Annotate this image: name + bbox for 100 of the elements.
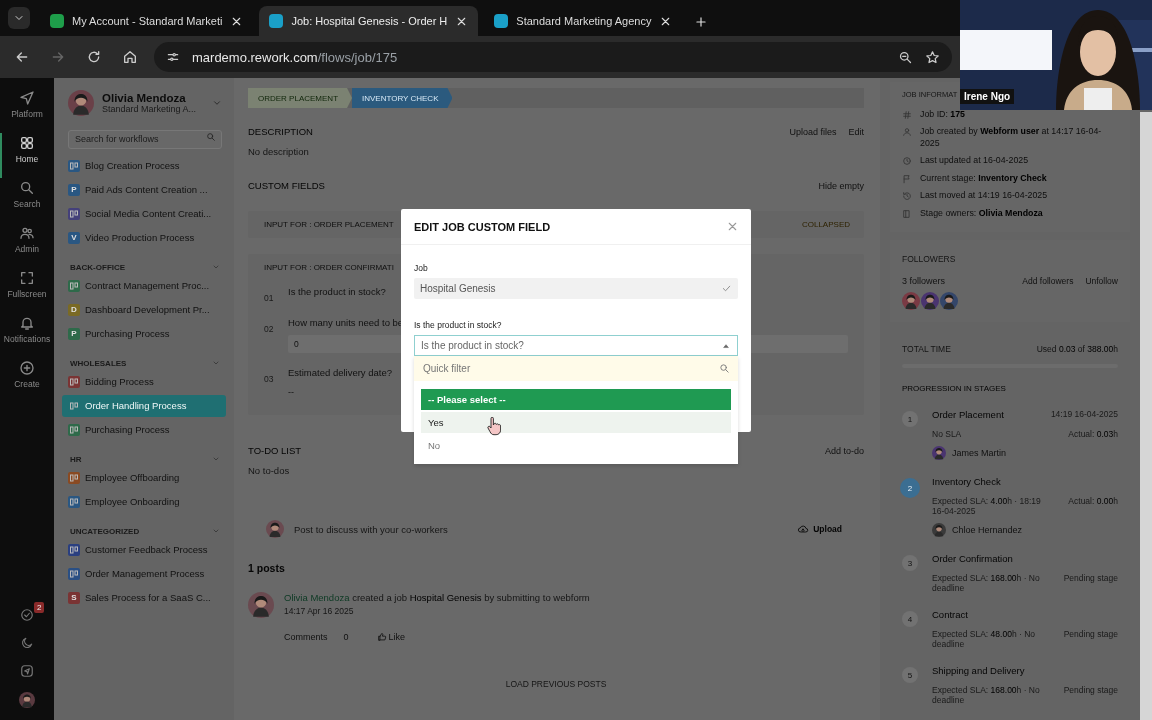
plus-circle-icon (19, 360, 35, 376)
send-icon[interactable] (20, 664, 34, 678)
row-number: 02 (264, 324, 275, 336)
tab-list-button[interactable] (8, 7, 30, 29)
section-title: CUSTOM FIELDS (248, 180, 325, 191)
close-button[interactable] (726, 220, 739, 233)
filter-field[interactable]: Quick filter (414, 356, 738, 381)
info-text: Current stage: Inventory Check (920, 172, 1047, 185)
avatar-icon (932, 446, 946, 460)
grid-icon (19, 135, 35, 151)
check-circle-icon[interactable] (20, 608, 34, 622)
action-link[interactable]: Add to-do (824, 445, 864, 456)
search-field[interactable]: Search for workflows (68, 129, 222, 149)
nav-rail-item[interactable]: Search (0, 178, 54, 223)
new-tab-button[interactable] (694, 15, 709, 29)
sidebar-item[interactable]: Blog Creation Process (62, 154, 226, 177)
info-text: Last moved at 14:19 16-04-2025 (920, 190, 1048, 202)
card-title: TOTAL TIME (902, 344, 951, 354)
home-icon (122, 49, 138, 65)
step-number: 4 (902, 611, 918, 627)
nav-rail-item[interactable]: Notifications (0, 313, 54, 358)
load-more-link[interactable]: LOAD PREVIOUS POSTS (499, 678, 613, 690)
star-icon[interactable] (925, 49, 940, 65)
dropdown-option[interactable]: No (421, 435, 731, 456)
author-link[interactable]: Olivia Mendoza (284, 592, 350, 603)
sidebar-item[interactable]: V Video Production Process (62, 226, 226, 249)
stage-status: Pending stage (1063, 629, 1118, 641)
sidebar-item[interactable]: Bidding Process (62, 370, 226, 393)
actual-time: Actual: 0.03h (1068, 429, 1118, 439)
browser-tab[interactable]: Job: Hospital Genesis - Order H (259, 6, 479, 36)
job-field[interactable]: Hospital Genesis (414, 278, 738, 299)
action-link[interactable]: Hide empty (818, 180, 864, 191)
sidebar-item[interactable]: Order Management Process (62, 562, 226, 585)
participant-name: Irene Ngo (960, 89, 1015, 104)
people-icon (19, 225, 35, 241)
sidebar-item[interactable]: Customer Feedback Process (62, 538, 226, 561)
upload-button[interactable]: Upload (791, 522, 848, 536)
stage-step[interactable]: ORDER PLACEMENT (248, 88, 352, 108)
nav-rail-item[interactable]: Create (0, 358, 54, 403)
nav-rail-item[interactable]: Fullscreen (0, 268, 54, 313)
hash-icon (902, 110, 912, 120)
sidebar-item[interactable]: Contract Management Proc... (62, 274, 226, 297)
avatar-icon (19, 692, 35, 708)
sidebar-item[interactable]: P Paid Ads Content Creation ... (62, 178, 226, 201)
sidebar-item[interactable]: Purchasing Process (62, 418, 226, 441)
action-link[interactable]: Add followers (1022, 276, 1074, 286)
close-icon (726, 220, 739, 233)
nav-rail-item[interactable]: Admin (0, 223, 54, 268)
dropdown-option[interactable]: -- Please select -- (421, 389, 731, 410)
sidebar-item[interactable]: Employee Offboarding (62, 466, 226, 489)
nav-rail-item[interactable]: Platform (0, 88, 54, 133)
nav-rail-item[interactable]: Home (0, 133, 54, 178)
search-icon (206, 132, 216, 142)
post-text: Olivia Mendoza created a job Hospital Genesis by submitting to webform (284, 592, 590, 603)
check-icon (721, 283, 732, 294)
empty-text: No description (248, 146, 309, 157)
moon-icon[interactable] (20, 636, 34, 650)
site-settings-icon[interactable] (166, 50, 180, 64)
group-title: BACK-OFFICE (70, 262, 126, 272)
cloud-upload-icon (797, 523, 810, 535)
letter-icon: D (68, 303, 80, 316)
empty-text: No to-dos (248, 465, 290, 476)
like-button[interactable]: Like (376, 632, 406, 642)
step-number: 5 (902, 667, 918, 683)
action-link[interactable]: Upload files (789, 126, 837, 137)
sidebar-item[interactable]: D Dashboard Development Pr... (62, 298, 226, 321)
section-title: DESCRIPTION (248, 126, 313, 137)
stage-name: Contract (932, 609, 968, 620)
sidebar-item[interactable]: Employee Onboarding (62, 490, 226, 513)
action-link[interactable]: Edit (848, 126, 864, 137)
info-text: Job created by Webform user at 14:17 16-04-2025 (920, 126, 1103, 150)
letter-icon: V (68, 231, 80, 244)
hand-cursor-icon (487, 417, 501, 436)
plus-icon (694, 15, 709, 29)
actual-time: Actual: 0.00h (1068, 496, 1118, 508)
forward-icon (50, 49, 66, 65)
sidebar-item[interactable]: P Purchasing Process (62, 322, 226, 345)
zoom-icon[interactable] (898, 49, 913, 65)
sidebar-item[interactable]: S Sales Process for a SaaS C... (62, 586, 226, 609)
action-link[interactable]: Unfollow (1085, 276, 1118, 286)
dropdown-option[interactable]: Yes (421, 412, 731, 433)
address-bar[interactable]: mardemo.rework.com/flows/job/175 (154, 42, 952, 72)
status-text: COLLAPSED (801, 220, 850, 229)
letter-icon: P (68, 183, 80, 196)
reload-icon (86, 49, 102, 65)
scrollbar[interactable] (1140, 112, 1152, 720)
sla-text: Expected SLA: 168.00h · No deadline (932, 685, 1041, 705)
stage-step[interactable]: INVENTORY CHECK (352, 88, 453, 108)
sidebar-item[interactable]: Social Media Content Creati... (62, 202, 226, 225)
paper-plane-icon (19, 90, 35, 106)
letter-icon: P (68, 327, 80, 340)
search-icon (19, 180, 35, 196)
post-input-field[interactable]: Post to discuss with your co-workers (294, 523, 782, 535)
comments-link[interactable]: Comments (284, 632, 328, 642)
owner-name: Chloe Hernandez (952, 525, 1023, 535)
sidebar-item[interactable]: Order Handling Process (62, 394, 226, 417)
browser-tab[interactable]: My Account - Standard Marketi (40, 6, 254, 36)
browser-tab[interactable]: Standard Marketing Agency (484, 6, 683, 36)
card-title: FOLLOWERS (902, 254, 956, 264)
info-text: Last updated at 16-04-2025 (920, 155, 1029, 167)
